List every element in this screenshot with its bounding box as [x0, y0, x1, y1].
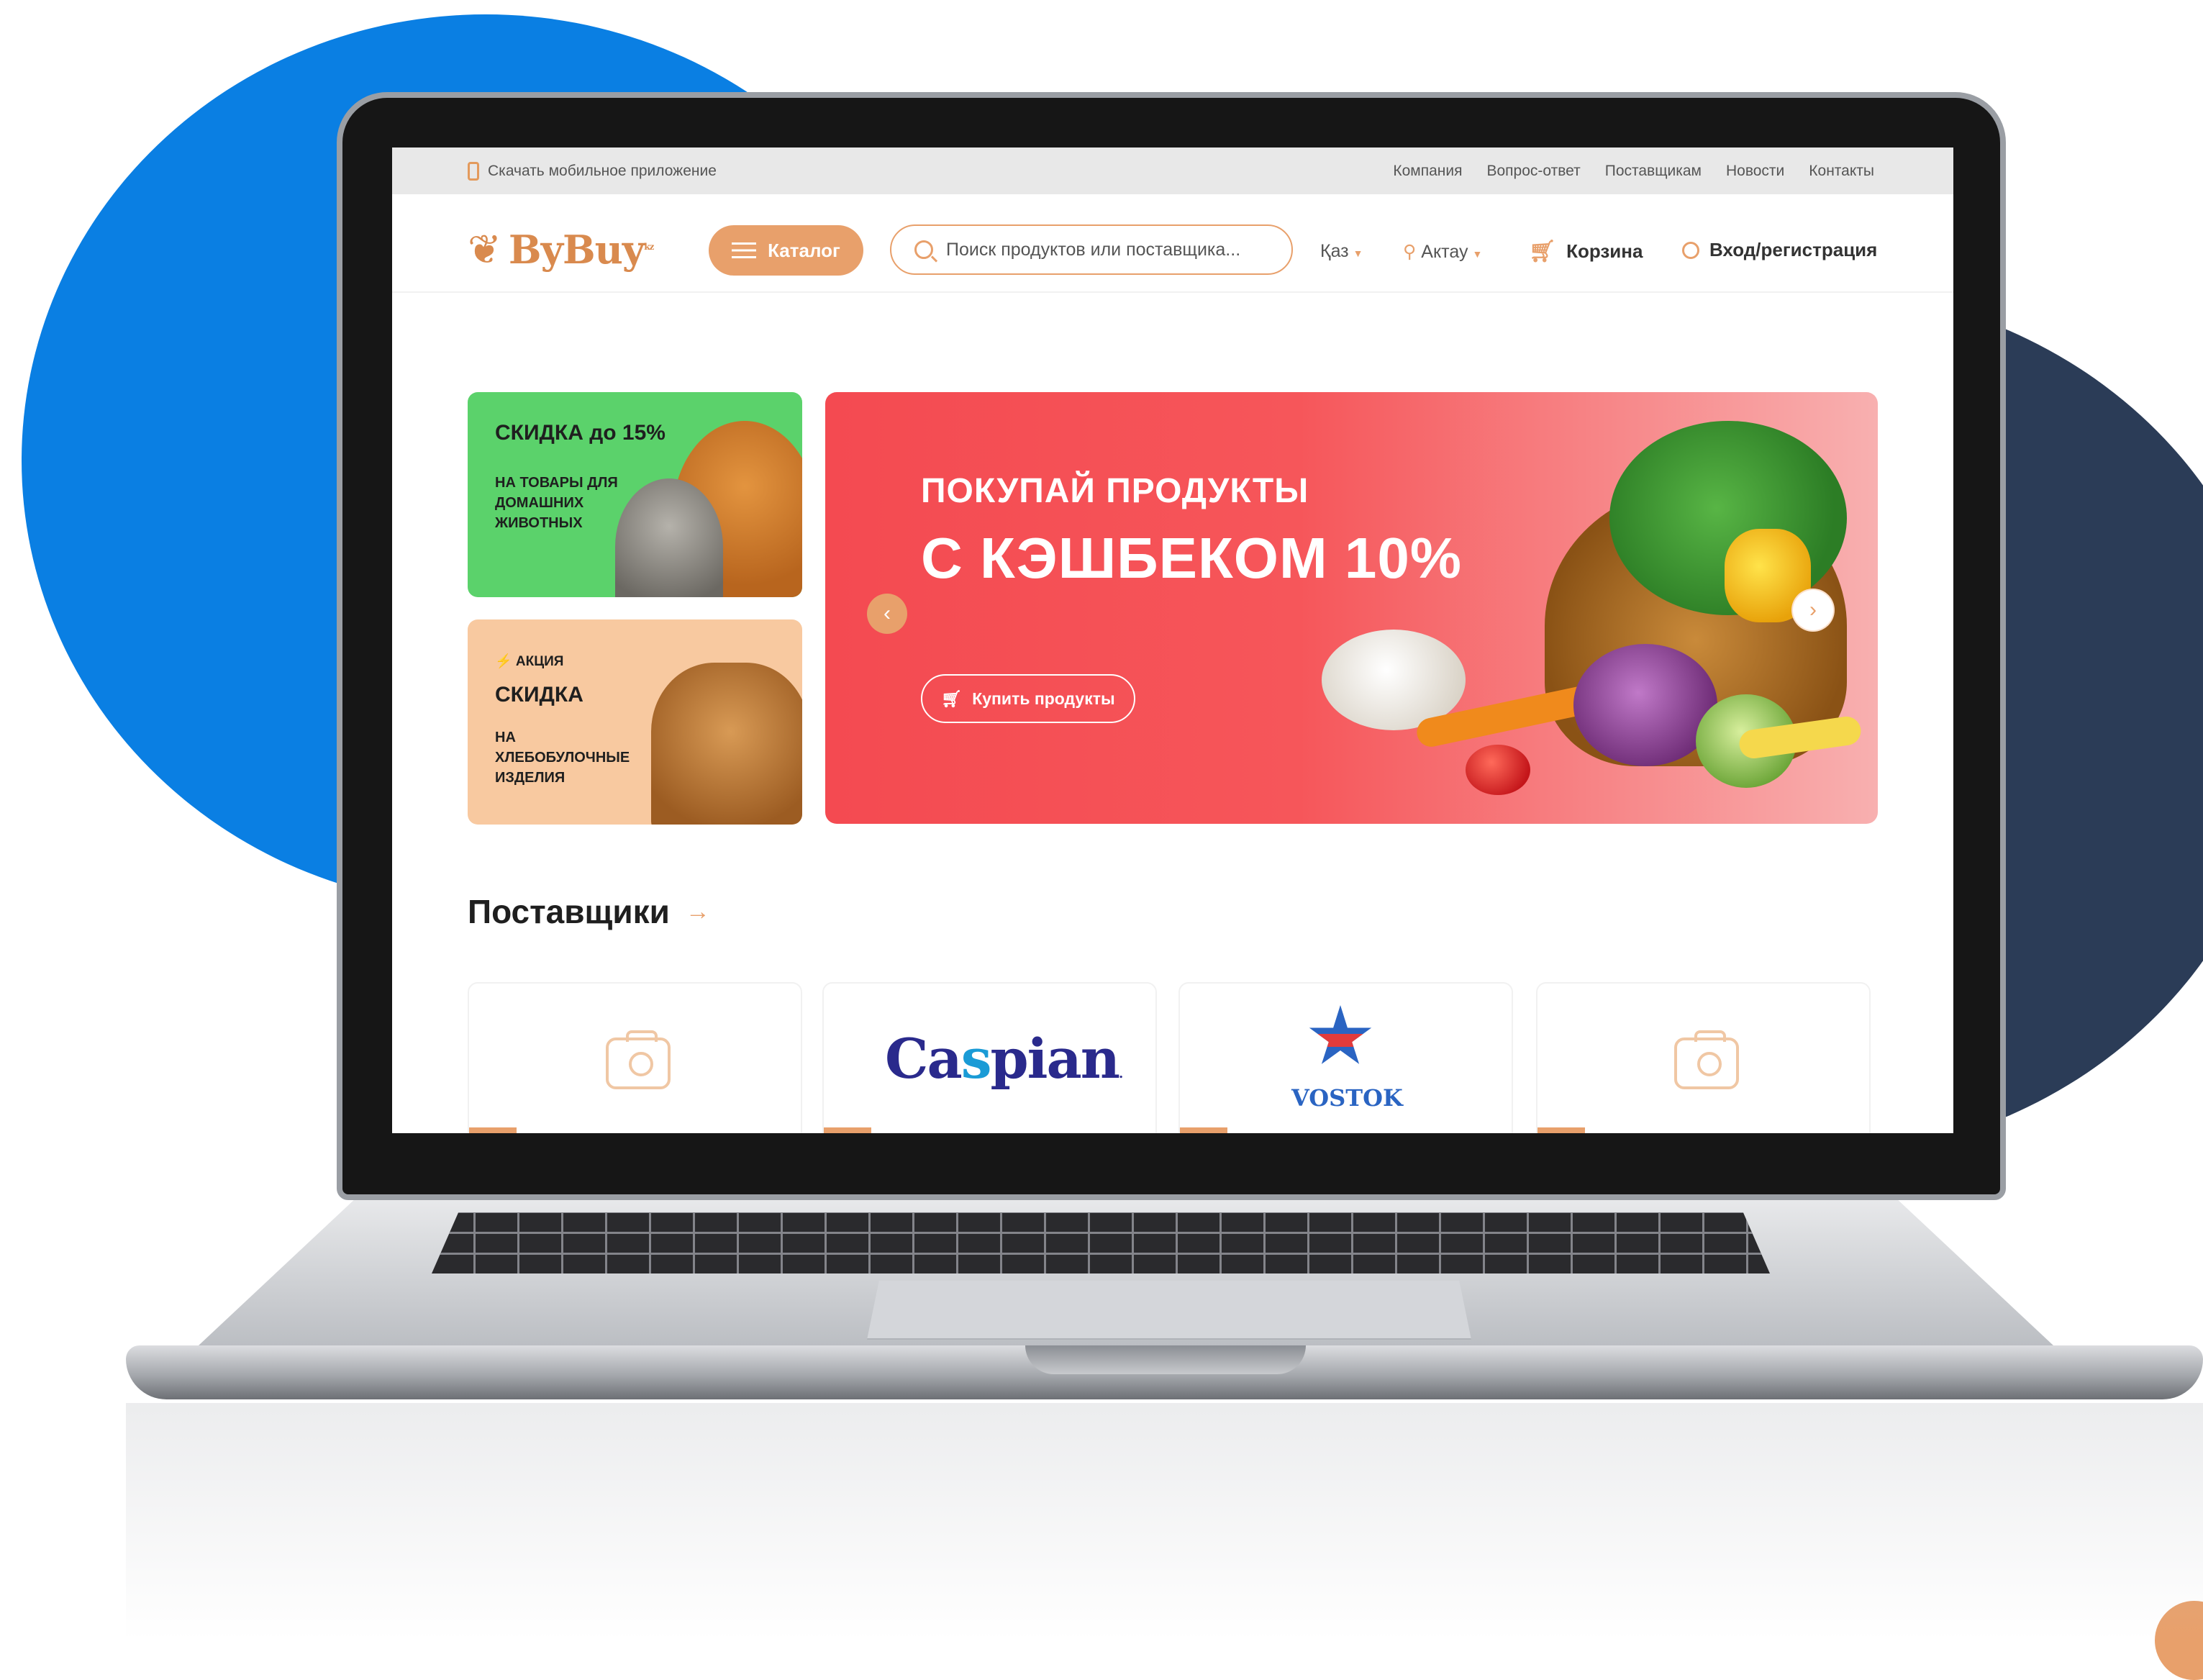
laptop-trackpad	[867, 1281, 1471, 1340]
laptop-keyboard	[432, 1212, 1770, 1273]
supplier-rating: ★ 4.5	[824, 1127, 871, 1133]
site-header: ❦ ByBuykz Каталог Поиск продуктов или по…	[392, 194, 1953, 293]
phone-icon	[468, 161, 479, 181]
city-select[interactable]: ⚲ Актау ▼	[1403, 241, 1482, 263]
promo-bread-title: СКИДКА	[495, 683, 583, 707]
promo-banner-pets[interactable]: СКИДКА до 15% НА ТОВАРЫ ДЛЯ ДОМАШНИХ ЖИВ…	[468, 392, 802, 597]
vostok-star-icon	[1309, 1005, 1372, 1064]
bread-image	[651, 663, 802, 825]
location-pin-icon: ⚲	[1403, 242, 1417, 262]
cart-icon: 🛒︎	[941, 689, 963, 708]
promo-bread-tag: ⚡ АКЦИЯ	[495, 654, 564, 669]
logo-text: ByBuykz	[508, 227, 654, 273]
search-placeholder: Поиск продуктов или поставщика...	[946, 239, 1241, 260]
catalog-button[interactable]: Каталог	[709, 225, 863, 276]
top-nav: Компания Вопрос-ответ Поставщикам Новост…	[1393, 163, 1874, 180]
login-link[interactable]: Вход/регистрация	[1682, 239, 1877, 261]
supplier-card[interactable]: VOSTOK ★ 4.8	[1178, 982, 1513, 1133]
chevron-down-icon: ▼	[1353, 248, 1363, 259]
laptop-screen: Скачать мобильное приложение Компания Во…	[392, 147, 1953, 1133]
tomato-image	[1466, 745, 1530, 795]
nav-link-faq[interactable]: Вопрос-ответ	[1486, 163, 1580, 180]
top-bar: Скачать мобильное приложение Компания Во…	[392, 147, 1953, 194]
promo-banner-bread[interactable]: ⚡ АКЦИЯ СКИДКА НА ХЛЕБОБУЛОЧНЫЕ ИЗДЕЛИЯ	[468, 619, 802, 825]
supplier-rating: ★ 4.8	[1180, 1127, 1227, 1133]
supplier-rating: ★ 4.8	[469, 1127, 517, 1133]
camera-placeholder-icon	[606, 1030, 671, 1089]
supplier-card[interactable]: ★ 4.5	[1536, 982, 1871, 1133]
logo-icon: ❦	[468, 227, 501, 272]
vostok-logo: VOSTOK	[1291, 1084, 1403, 1112]
supplier-card[interactable]: Caspian. ★ 4.5	[822, 982, 1157, 1133]
chevron-left-icon: ‹	[884, 601, 891, 625]
cart-label: Корзина	[1566, 240, 1643, 262]
chevron-down-icon: ▼	[1472, 248, 1483, 260]
user-icon	[1682, 241, 1699, 259]
nav-link-company[interactable]: Компания	[1393, 163, 1462, 180]
caspian-logo: Caspian.	[885, 1027, 1123, 1091]
carousel-prev-button[interactable]: ‹	[867, 594, 907, 634]
supplier-card[interactable]: ★ 4.8	[468, 982, 802, 1133]
language-select[interactable]: Қаз ▼	[1320, 241, 1363, 262]
arrow-right-icon: →	[685, 897, 710, 925]
supplier-rating: ★ 4.5	[1537, 1127, 1585, 1133]
nav-link-news[interactable]: Новости	[1726, 163, 1784, 180]
login-label: Вход/регистрация	[1709, 239, 1878, 260]
laptop-notch	[1025, 1345, 1306, 1374]
cart-icon: 🛒︎	[1529, 240, 1557, 263]
promo-bread-subtitle: НА ХЛЕБОБУЛОЧНЫЕ ИЗДЕЛИЯ	[495, 730, 630, 786]
download-app-link[interactable]: Скачать мобильное приложение	[468, 161, 717, 181]
promo-pets-title: СКИДКА до 15%	[495, 421, 666, 445]
buy-products-button[interactable]: 🛒︎ Купить продукты	[921, 674, 1135, 723]
hero-headline-1: ПОКУПАЙ ПРОДУКТЫ	[921, 472, 1309, 510]
download-app-label: Скачать мобильное приложение	[488, 162, 717, 179]
laptop-reflection	[126, 1403, 2203, 1640]
buy-products-label: Купить продукты	[972, 689, 1115, 708]
search-input[interactable]: Поиск продуктов или поставщика...	[890, 224, 1293, 275]
nav-link-suppliers[interactable]: Поставщикам	[1605, 163, 1702, 180]
menu-icon	[732, 242, 757, 258]
hero-headline-2: С КЭШБЕКОМ 10%	[921, 526, 1463, 590]
cart-link[interactable]: 🛒︎ Корзина	[1529, 239, 1643, 264]
camera-placeholder-icon	[1674, 1030, 1739, 1089]
hero-banner[interactable]: ПОКУПАЙ ПРОДУКТЫ С КЭШБЕКОМ 10% 🛒︎ Купит…	[825, 392, 1878, 824]
catalog-label: Каталог	[768, 239, 840, 261]
search-icon	[914, 240, 933, 259]
nav-link-contacts[interactable]: Контакты	[1809, 163, 1874, 180]
chevron-right-icon: ›	[1809, 598, 1817, 622]
site-logo[interactable]: ❦ ByBuykz	[468, 227, 654, 273]
carousel-next-button[interactable]: ›	[1793, 590, 1833, 630]
suppliers-heading[interactable]: Поставщики →	[468, 892, 710, 931]
